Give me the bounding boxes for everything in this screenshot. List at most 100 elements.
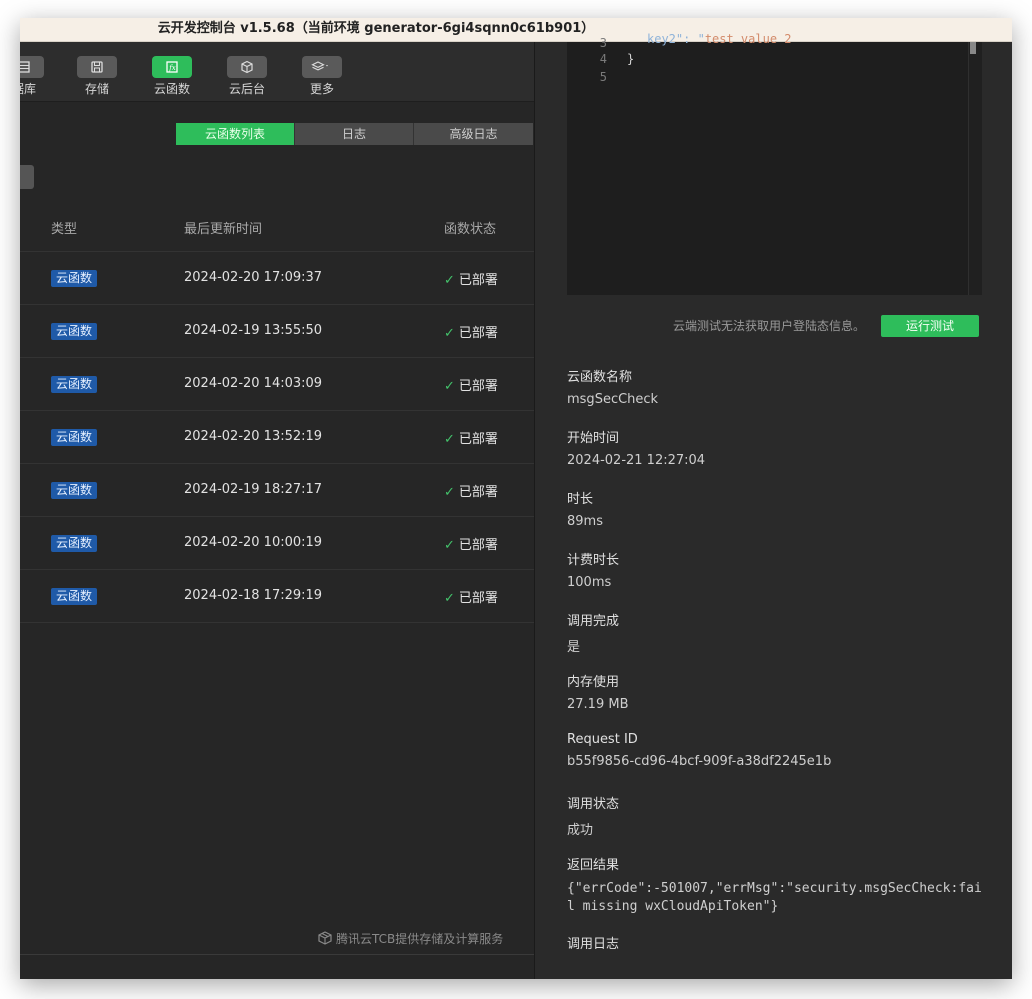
toolbar-storage-button[interactable]: 存储 bbox=[65, 56, 129, 97]
toolbar-function-button[interactable]: fx 云函数 bbox=[140, 56, 204, 97]
status-text: 已部署 bbox=[458, 379, 498, 394]
deploy-status: ✓ 已部署 bbox=[444, 428, 498, 447]
check-icon: ✓ bbox=[444, 379, 455, 394]
type-badge: 云函数 bbox=[51, 429, 98, 446]
updated-time: 2024-02-20 13:52:19 bbox=[184, 429, 323, 444]
deploy-status: ✓ 已部署 bbox=[444, 322, 498, 341]
detail-function-name: 云函数名称 msgSecCheck bbox=[567, 366, 658, 407]
window-titlebar: 云开发控制台 v1.5.68（当前环境 generator-6gi4sqnn0c… bbox=[20, 18, 1012, 42]
run-test-button[interactable]: 运行测试 bbox=[881, 315, 979, 337]
type-badge: 云函数 bbox=[51, 323, 98, 340]
tab-advanced-logs[interactable]: 高级日志 bbox=[414, 123, 533, 145]
table-row[interactable]: 云函数 2024-02-19 18:27:17 ✓ 已部署 bbox=[20, 464, 534, 517]
toolbar-backend-label: 云后台 bbox=[228, 82, 265, 96]
header-type: 类型 bbox=[51, 222, 78, 237]
storage-icon bbox=[77, 56, 117, 78]
view-tabs: 云函数列表 日志 高级日志 bbox=[176, 123, 533, 145]
type-badge: 云函数 bbox=[51, 482, 98, 499]
check-icon: ✓ bbox=[444, 591, 455, 606]
toolbar-storage-label: 存储 bbox=[84, 82, 109, 96]
provider-note-text: 腾讯云TCB提供存储及计算服务 bbox=[336, 932, 504, 946]
detail-key: 云函数名称 bbox=[567, 370, 633, 385]
app-window: 云开发控制台 v1.5.68（当前环境 generator-6gi4sqnn0c… bbox=[20, 18, 1012, 979]
deploy-status: ✓ 已部署 bbox=[444, 534, 498, 553]
clipped-button[interactable] bbox=[20, 165, 34, 189]
detail-key: 开始时间 bbox=[567, 431, 620, 446]
detail-value: 27.19 MB bbox=[567, 697, 629, 712]
deploy-status: ✓ 已部署 bbox=[444, 269, 498, 288]
table-row[interactable]: 云函数 2024-02-20 10:00:19 ✓ 已部署 bbox=[20, 517, 534, 570]
type-badge: 云函数 bbox=[51, 376, 98, 393]
line-number: 5 bbox=[599, 70, 607, 84]
table-row[interactable]: 云函数 2024-02-20 17:09:37 ✓ 已部署 bbox=[20, 252, 534, 305]
detail-value: 是 bbox=[567, 640, 581, 655]
table-row[interactable]: 云函数 2024-02-20 14:03:09 ✓ 已部署 bbox=[20, 358, 534, 411]
line-number: 4 bbox=[599, 52, 607, 66]
toolbar-more-button[interactable]: 更多 bbox=[290, 56, 354, 97]
table-row[interactable]: 云函数 2024-02-18 17:29:19 ✓ 已部署 bbox=[20, 570, 534, 623]
detail-value: b55f9856-cd96-4bcf-909f-a38df2245e1b bbox=[567, 754, 832, 769]
detail-request-id: Request ID b55f9856-cd96-4bcf-909f-a38df… bbox=[567, 732, 831, 769]
updated-time: 2024-02-20 17:09:37 bbox=[184, 270, 323, 285]
editor-scrollbar-track[interactable] bbox=[968, 42, 982, 295]
status-text: 已部署 bbox=[458, 538, 498, 553]
header-updated: 最后更新时间 bbox=[184, 222, 263, 237]
right-pane: key2": "test value 2 3 4 } 5 云端测试无法获取用户登… bbox=[535, 32, 1012, 979]
check-icon: ✓ bbox=[444, 326, 455, 341]
detail-billed-duration: 计费时长 100ms bbox=[567, 549, 619, 590]
status-text: 已部署 bbox=[458, 326, 498, 341]
toolbar-backend-button[interactable]: 云后台 bbox=[215, 56, 279, 97]
detail-key: 返回结果 bbox=[567, 858, 620, 873]
cube-icon bbox=[227, 56, 267, 78]
window-title: 云开发控制台 v1.5.68（当前环境 generator-6gi4sqnn0c… bbox=[157, 21, 595, 36]
type-badge: 云函数 bbox=[51, 588, 98, 605]
tcb-logo-icon bbox=[318, 931, 332, 945]
test-params-editor[interactable]: key2": "test value 2 3 4 } 5 bbox=[567, 32, 982, 295]
deploy-status: ✓ 已部署 bbox=[444, 587, 498, 606]
detail-key: Request ID bbox=[567, 732, 638, 747]
detail-value: 成功 bbox=[567, 823, 594, 838]
status-text: 已部署 bbox=[458, 591, 498, 606]
updated-time: 2024-02-19 18:27:17 bbox=[184, 482, 323, 497]
detail-value: 2024-02-21 12:27:04 bbox=[567, 453, 706, 468]
tab-function-list[interactable]: 云函数列表 bbox=[176, 123, 295, 145]
database-icon bbox=[20, 56, 44, 78]
detail-call-status: 调用状态 成功 bbox=[567, 793, 619, 838]
svg-text:fx: fx bbox=[168, 64, 176, 72]
toolbar-function-label: 云函数 bbox=[153, 82, 190, 96]
detail-memory: 内存使用 27.19 MB bbox=[567, 671, 628, 712]
detail-start-time: 开始时间 2024-02-21 12:27:04 bbox=[567, 427, 705, 468]
detail-key: 调用状态 bbox=[567, 797, 620, 812]
detail-key: 调用日志 bbox=[567, 937, 620, 952]
provider-note: 腾讯云TCB提供存储及计算服务 bbox=[318, 930, 503, 947]
updated-time: 2024-02-20 10:00:19 bbox=[184, 535, 323, 550]
table-row[interactable]: 云函数 2024-02-20 13:52:19 ✓ 已部署 bbox=[20, 411, 534, 464]
detail-completed: 调用完成 是 bbox=[567, 610, 619, 655]
check-icon: ✓ bbox=[444, 538, 455, 553]
detail-result: 返回结果 {"errCode":-501007,"errMsg":"securi… bbox=[567, 854, 987, 916]
code-line-partial: key2": "test value 2 bbox=[647, 32, 792, 46]
updated-time: 2024-02-20 14:03:09 bbox=[184, 376, 323, 391]
tab-logs[interactable]: 日志 bbox=[295, 123, 414, 145]
type-badge: 云函数 bbox=[51, 535, 98, 552]
detail-duration: 时长 89ms bbox=[567, 488, 603, 529]
left-pane: 据库 存储 fx 云函数 云后台 bbox=[20, 42, 534, 979]
status-text: 已部署 bbox=[458, 485, 498, 500]
code-line: } bbox=[627, 52, 635, 66]
table-row[interactable]: 云函数 2024-02-19 13:55:50 ✓ 已部署 bbox=[20, 305, 534, 358]
toolbar-more-label: 更多 bbox=[309, 82, 334, 96]
check-icon: ✓ bbox=[444, 485, 455, 500]
detail-value: msgSecCheck bbox=[567, 392, 659, 407]
updated-time: 2024-02-18 17:29:19 bbox=[184, 588, 323, 603]
toolbar: 据库 存储 fx 云函数 云后台 bbox=[20, 42, 534, 102]
detail-key: 时长 bbox=[567, 492, 594, 507]
layers-icon bbox=[302, 56, 342, 78]
toolbar-database-label: 据库 bbox=[20, 82, 36, 96]
editor-scrollbar-thumb[interactable] bbox=[970, 42, 976, 54]
detail-key: 调用完成 bbox=[567, 614, 620, 629]
line-number: 3 bbox=[599, 36, 607, 50]
detail-value: 89ms bbox=[567, 514, 603, 529]
detail-call-log: 调用日志 bbox=[567, 933, 619, 952]
bottom-divider bbox=[20, 954, 534, 955]
toolbar-database-button[interactable]: 据库 bbox=[20, 56, 56, 97]
